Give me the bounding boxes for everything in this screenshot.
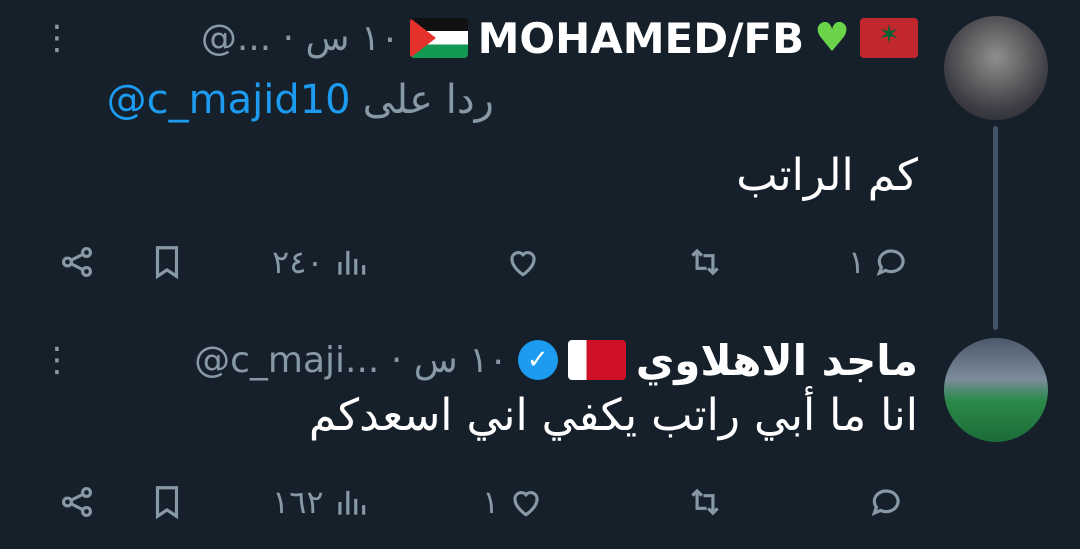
reply-count: ١ <box>848 243 866 281</box>
views-button[interactable]: ١٦٢ <box>272 472 370 532</box>
views-count: ٢٤٠ <box>272 243 324 281</box>
flag-palestine-icon <box>409 18 468 58</box>
like-icon <box>513 491 539 517</box>
user-handle[interactable]: @... <box>201 18 271 59</box>
reply-label: ردا على <box>362 77 494 123</box>
reply-button[interactable]: ١ <box>848 232 911 292</box>
like-button[interactable] <box>504 232 550 292</box>
tweet-text: انا ما أبي راتب يكفي اني اسعدكم <box>308 390 918 441</box>
timestamp[interactable]: ١٠ س <box>306 18 400 59</box>
verified-badge-icon: ✓ <box>517 340 558 380</box>
share-button[interactable] <box>58 232 96 292</box>
views-icon <box>337 250 365 275</box>
share-icon <box>61 486 93 518</box>
more-icon: ⋮ <box>40 18 74 58</box>
bookmark-icon <box>155 486 179 520</box>
display-name[interactable]: ماجد الاهلاوي <box>636 336 918 385</box>
like-count: ١ <box>482 483 500 521</box>
bookmark-icon <box>155 246 179 280</box>
user-handle[interactable]: @c_maji... <box>194 340 379 381</box>
tweet[interactable]: ♥ MOHAMED/FB @... · ١٠ س ⋮ ردا على @c_ma… <box>0 0 1080 320</box>
handle-and-time: @c_maji... · ١٠ س <box>194 340 508 381</box>
tweet[interactable]: ماجد الاهلاوي ✓ @c_maji... · ١٠ س ⋮ انا … <box>0 320 1080 549</box>
like-button[interactable]: ١ <box>482 472 545 532</box>
more-icon: ⋮ <box>40 340 74 380</box>
avatar[interactable] <box>944 16 1048 120</box>
bookmark-button[interactable] <box>148 232 186 292</box>
flag-bahrain-icon <box>567 340 626 380</box>
tweet-header: ماجد الاهلاوي ✓ @c_maji... · ١٠ س <box>194 330 918 390</box>
reply-button[interactable] <box>868 472 914 532</box>
bookmark-button[interactable] <box>148 472 186 532</box>
handle-and-time: @... · ١٠ س <box>201 18 400 59</box>
more-options-button[interactable]: ⋮ <box>40 340 74 380</box>
retweet-icon <box>691 248 719 276</box>
like-icon <box>510 251 536 277</box>
reply-icon <box>876 249 905 276</box>
views-count: ١٦٢ <box>272 483 324 521</box>
timestamp[interactable]: ١٠ س <box>414 340 508 381</box>
tweet-actions: ١ ١٦٢ <box>0 472 1080 532</box>
separator: · <box>390 339 403 381</box>
tweet-header: ♥ MOHAMED/FB @... · ١٠ س <box>201 8 918 68</box>
reply-mention-link[interactable]: @c_majid10 <box>107 77 351 123</box>
views-icon <box>337 490 365 515</box>
green-heart-icon: ♥ <box>814 15 850 61</box>
display-name[interactable]: MOHAMED/FB <box>478 14 805 63</box>
share-button[interactable] <box>58 472 96 532</box>
separator: · <box>282 17 295 59</box>
more-options-button[interactable]: ⋮ <box>40 18 74 58</box>
reply-context: ردا على @c_majid10 <box>107 70 494 130</box>
retweet-button[interactable] <box>686 232 732 292</box>
tweet-actions: ١ ٢٤٠ <box>0 232 1080 292</box>
avatar[interactable] <box>944 338 1048 442</box>
flag-morocco-icon <box>860 18 918 58</box>
reply-icon <box>871 489 900 516</box>
views-button[interactable]: ٢٤٠ <box>272 232 370 292</box>
tweet-text: كم الراتب <box>736 150 918 201</box>
share-icon <box>61 246 93 278</box>
retweet-button[interactable] <box>686 472 732 532</box>
retweet-icon <box>691 488 719 516</box>
